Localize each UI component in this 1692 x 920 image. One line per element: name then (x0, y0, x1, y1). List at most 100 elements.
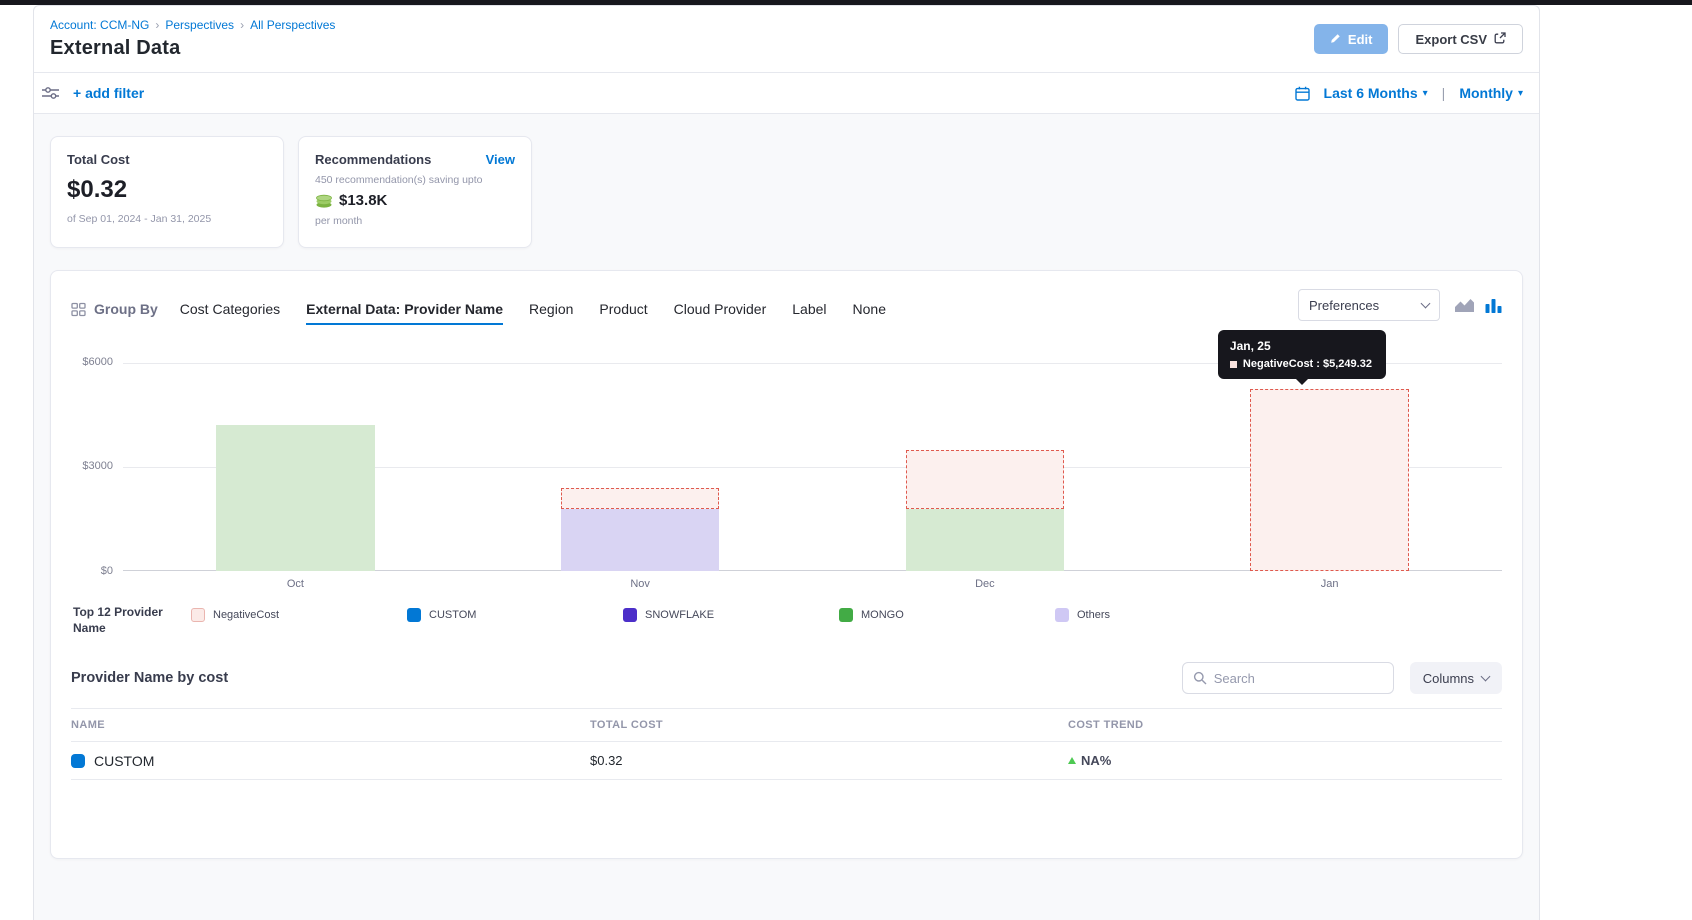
bar-dec-negativecost[interactable] (906, 450, 1065, 509)
search-icon (1193, 671, 1207, 685)
legend-item-mongo[interactable]: MONGO (839, 608, 1055, 622)
filter-sliders-icon[interactable] (42, 86, 59, 100)
edit-button[interactable]: Edit (1314, 24, 1389, 54)
legend-label: SNOWFLAKE (645, 609, 714, 621)
legend-title: Top 12 Provider Name (73, 604, 191, 636)
money-icon (315, 193, 333, 208)
column-header-name: NAME (71, 719, 590, 731)
legend-swatch-icon (1055, 608, 1069, 622)
bar-oct-mongo[interactable] (216, 425, 375, 571)
chevron-down-icon (1421, 299, 1431, 309)
tab-cloud-provider[interactable]: Cloud Provider (674, 301, 767, 325)
table-row[interactable]: CUSTOM $0.32 NA% (71, 742, 1502, 780)
page-header: Account: CCM-NG › Perspectives › All Per… (34, 6, 1539, 72)
legend-label: CUSTOM (429, 609, 476, 621)
recommendations-card: Recommendations View 450 recommendation(… (298, 136, 532, 248)
legend-label: Others (1077, 609, 1110, 621)
bar-nov-negativecost[interactable] (561, 488, 720, 509)
breadcrumb-perspectives-link[interactable]: Perspectives (165, 18, 234, 32)
bar-chart-toggle-icon[interactable] (1485, 298, 1502, 313)
groupby-tabs: Cost Categories External Data: Provider N… (180, 301, 886, 325)
table-toolbar: Provider Name by cost Columns (71, 662, 1502, 694)
x-axis-label-nov: Nov (468, 578, 813, 590)
add-filter-button[interactable]: + add filter (73, 85, 144, 101)
tab-product[interactable]: Product (599, 301, 647, 325)
column-header-cost-trend: COST TREND (1068, 719, 1502, 731)
table-empty-space (71, 780, 1502, 858)
legend-swatch-icon (191, 608, 205, 622)
recommendations-per-month: per month (315, 215, 515, 227)
tab-cost-categories[interactable]: Cost Categories (180, 301, 280, 325)
granularity-dropdown[interactable]: Monthly▾ (1459, 85, 1523, 101)
row-total-cost: $0.32 (590, 753, 1068, 768)
total-cost-value: $0.32 (67, 176, 267, 204)
legend-swatch-icon (407, 608, 421, 622)
legend-swatch-icon (839, 608, 853, 622)
recommendations-subtitle: 450 recommendation(s) saving upto (315, 174, 515, 186)
app-container: Account: CCM-NG › Perspectives › All Per… (33, 5, 1540, 920)
bar-slot-nov[interactable] (468, 363, 813, 571)
header-actions: Edit Export CSV (1314, 24, 1523, 54)
row-name: CUSTOM (94, 753, 154, 769)
total-cost-card: Total Cost $0.32 of Sep 01, 2024 - Jan 3… (50, 136, 284, 248)
x-axis-label-oct: Oct (123, 578, 468, 590)
bar-slot-jan[interactable] (1157, 363, 1502, 571)
x-axis-label-jan: Jan (1157, 578, 1502, 590)
legend-item-snowflake[interactable]: SNOWFLAKE (623, 608, 839, 622)
chart-tooltip: Jan, 25 NegativeCost : $5,249.32 (1218, 330, 1386, 379)
legend-swatch-icon (623, 608, 637, 622)
row-color-swatch (71, 754, 85, 768)
bar-nov-snowflake[interactable] (561, 509, 720, 571)
legend-label: MONGO (861, 609, 904, 621)
page-content: Total Cost $0.32 of Sep 01, 2024 - Jan 3… (34, 114, 1539, 920)
columns-button[interactable]: Columns (1410, 662, 1502, 694)
tab-label[interactable]: Label (792, 301, 826, 325)
search-box (1182, 662, 1394, 694)
y-tick-3000: $3000 (82, 460, 113, 472)
legend-item-others[interactable]: Others (1055, 608, 1271, 622)
perspective-chart-card: Group By Cost CategoriesExternal Data: P… (50, 270, 1523, 859)
bar-jan-negativecost[interactable] (1250, 389, 1409, 571)
table-title: Provider Name by cost (71, 670, 228, 686)
breadcrumb: Account: CCM-NG › Perspectives › All Per… (50, 18, 335, 32)
legend-item-custom[interactable]: CUSTOM (407, 608, 623, 622)
y-tick-6000: $6000 (82, 356, 113, 368)
y-axis: $6000 $3000 $0 (71, 363, 123, 571)
bar-slot-dec[interactable] (813, 363, 1158, 571)
recommendations-title: Recommendations (315, 152, 431, 167)
row-cost-trend: NA% (1068, 753, 1502, 768)
x-axis-label-dec: Dec (813, 578, 1158, 590)
bar-dec-mongo[interactable] (906, 509, 1065, 571)
chart-plot: Jan, 25 NegativeCost : $5,249.32 (123, 363, 1502, 571)
chart-bars (123, 363, 1502, 571)
breadcrumb-account-link[interactable]: Account: CCM-NG (50, 18, 149, 32)
legend-label: NegativeCost (213, 609, 279, 621)
recommendations-view-link[interactable]: View (486, 152, 515, 167)
tab-external-data-provider-name[interactable]: External Data: Provider Name (306, 301, 503, 325)
pencil-icon (1330, 32, 1341, 47)
summary-cards: Total Cost $0.32 of Sep 01, 2024 - Jan 3… (50, 136, 1523, 248)
legend-items: NegativeCost CUSTOM SNOWFLAKE MONGO Others (191, 604, 1271, 622)
tab-region[interactable]: Region (529, 301, 573, 325)
area-chart-toggle-icon[interactable] (1454, 298, 1475, 313)
total-cost-title: Total Cost (67, 152, 267, 167)
tooltip-value: NegativeCost : $5,249.32 (1243, 358, 1372, 370)
chevron-down-icon (1481, 672, 1491, 682)
group-by-icon (71, 302, 86, 317)
chevron-down-icon: ▾ (1518, 88, 1523, 99)
y-tick-0: $0 (101, 565, 113, 577)
trend-up-icon (1068, 757, 1076, 764)
chevron-down-icon: ▾ (1423, 88, 1428, 99)
search-input[interactable] (1214, 671, 1383, 686)
date-range-dropdown[interactable]: Last 6 Months▾ (1324, 85, 1428, 101)
breadcrumb-all-perspectives-link[interactable]: All Perspectives (250, 18, 335, 32)
chart-controls: Preferences (1298, 289, 1502, 325)
preferences-dropdown[interactable]: Preferences (1298, 289, 1440, 321)
dropdown-divider: | (1442, 85, 1446, 101)
legend-item-negativecost[interactable]: NegativeCost (191, 608, 407, 622)
bar-slot-oct[interactable] (123, 363, 468, 571)
tab-none[interactable]: None (853, 301, 886, 325)
external-link-icon (1494, 32, 1506, 47)
page-title: External Data (50, 37, 335, 60)
export-csv-button[interactable]: Export CSV (1398, 24, 1523, 54)
